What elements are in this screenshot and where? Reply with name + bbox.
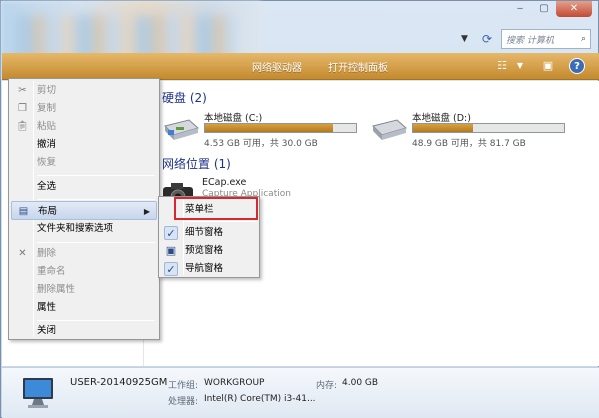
view-options-icon[interactable]: ☷ <box>494 58 510 74</box>
drive-usage-fill <box>413 124 474 132</box>
details-pane: USER-20140925GM 工作组: WORKGROUP 内存: 4.00 … <box>2 367 599 418</box>
menu-item-label: 删除 <box>37 248 57 259</box>
highlight-box <box>174 197 258 220</box>
search-placeholder: 搜索 计算机 <box>506 35 554 46</box>
menu-item-label: 导航窗格 <box>185 263 224 274</box>
menu-item-copy[interactable]: ❐ 复制 <box>11 99 157 118</box>
computer-icon <box>23 378 53 408</box>
processor-value: Intel(R) Core(TM) i3-41... <box>204 394 316 404</box>
menu-item-label: 预览窗格 <box>185 245 224 256</box>
copy-icon: ❐ <box>18 103 27 114</box>
map-network-drive-button[interactable]: 网络驱动器 <box>252 59 302 74</box>
menu-item-redo[interactable]: 恢复 <box>11 153 157 172</box>
menu-item-label: 撤消 <box>37 139 57 150</box>
chevron-down-icon[interactable]: ▼ <box>461 34 475 44</box>
drive-d[interactable]: 本地磁盘 (D:) 48.9 GB 可用，共 81.7 GB <box>370 110 580 150</box>
menu-item-close[interactable]: 关闭 <box>11 321 157 340</box>
network-item-name: ECap.exe <box>202 177 247 188</box>
drive-name: 本地磁盘 (C:) <box>204 113 263 124</box>
menu-item-label: 重命名 <box>37 266 66 277</box>
menu-item-undo[interactable]: 撤消 <box>11 135 157 154</box>
help-icon[interactable]: ? <box>569 58 585 74</box>
menu-item-select-all[interactable]: 全选 <box>11 177 157 196</box>
menu-item-layout[interactable]: ▤ 布局 ▶ <box>11 201 157 220</box>
maximize-button[interactable]: ▢ <box>532 1 556 17</box>
cut-icon: ✂ <box>18 85 27 96</box>
memory-label: 内存: <box>316 381 338 391</box>
submenu-item-preview-pane[interactable]: ▣ 预览窗格 <box>161 242 257 260</box>
layout-icon: ▤ <box>18 206 29 217</box>
drive-usage-bar <box>204 123 357 133</box>
search-icon: ⌕ <box>580 34 586 44</box>
menu-item-label: 复制 <box>37 103 57 114</box>
search-input[interactable]: 搜索 计算机 ⌕ <box>501 29 591 49</box>
close-button[interactable]: ✕ <box>556 1 592 17</box>
preview-pane-icon: ▣ <box>165 244 177 257</box>
menu-item-label: 文件夹和搜索选项 <box>37 223 114 234</box>
menu-separator <box>37 242 155 243</box>
command-bar: 网络驱动器 打开控制面板 ☷ ▼ ▣ ? <box>2 53 599 80</box>
menu-item-folder-options[interactable]: 文件夹和搜索选项 <box>11 219 157 238</box>
paste-icon: 📋︎ <box>16 121 29 132</box>
drive-free-space: 4.53 GB 可用，共 30.0 GB <box>204 139 318 149</box>
hard-drive-icon <box>372 119 408 140</box>
minimize-button[interactable]: ‒ <box>508 1 532 17</box>
menu-item-delete[interactable]: ✕ 删除 <box>11 244 157 263</box>
window-controls: ‒ ▢ ✕ <box>508 1 592 17</box>
menu-item-rename[interactable]: 重命名 <box>11 262 157 281</box>
network-group-header: 网络位置 (1) <box>162 157 231 171</box>
submenu-item-navigation-pane[interactable]: ✓ 导航窗格 <box>161 260 257 278</box>
refresh-icon[interactable]: ⟳ <box>479 31 495 47</box>
drive-c[interactable]: 本地磁盘 (C:) 4.53 GB 可用，共 30.0 GB <box>162 110 372 150</box>
menu-item-properties[interactable]: 属性 <box>11 298 157 317</box>
menu-item-label: 删除属性 <box>37 284 76 295</box>
menu-separator <box>37 199 155 200</box>
preview-pane-icon[interactable]: ▣ <box>540 58 556 74</box>
checkmark-icon: ✓ <box>164 262 178 276</box>
menu-item-label: 细节窗格 <box>185 227 224 238</box>
chevron-down-icon[interactable]: ▼ <box>512 58 528 74</box>
menu-item-paste[interactable]: 📋︎ 粘贴 <box>11 117 157 136</box>
drives-group-header: 硬盘 (2) <box>162 91 207 105</box>
menu-item-label: 全选 <box>37 181 57 192</box>
processor-label: 处理器: <box>168 397 199 407</box>
open-control-panel-button[interactable]: 打开控制面板 <box>328 59 388 74</box>
menu-separator <box>37 175 155 176</box>
menu-item-label: 剪切 <box>37 85 57 96</box>
workgroup-value: WORKGROUP <box>204 378 265 388</box>
address-bar: ▼ ⟳ 搜索 计算机 ⌕ <box>271 29 591 49</box>
hard-drive-icon <box>164 119 200 140</box>
memory-value: 4.00 GB <box>342 378 379 388</box>
drive-name: 本地磁盘 (D:) <box>412 113 471 124</box>
menu-item-label: 属性 <box>37 302 57 313</box>
workgroup-label: 工作组: <box>168 381 199 391</box>
drive-free-space: 48.9 GB 可用，共 81.7 GB <box>412 139 526 149</box>
drive-usage-fill <box>205 124 334 132</box>
menu-item-label: 恢复 <box>37 157 57 168</box>
menu-item-label: 布局 <box>38 206 58 217</box>
menu-item-label: 粘贴 <box>37 121 57 132</box>
delete-icon: ✕ <box>18 248 27 259</box>
menu-item-cut[interactable]: ✂ 剪切 <box>11 81 157 100</box>
menu-item-label: 关闭 <box>37 325 57 336</box>
drive-usage-bar <box>412 123 565 133</box>
menu-item-remove-properties[interactable]: 删除属性 <box>11 280 157 299</box>
context-menu: ✂ 剪切 ❐ 复制 📋︎ 粘贴 撤消 恢复 全选 ▤ 布局 ▶ 文件夹和搜索选项… <box>8 78 160 340</box>
submenu-item-details-pane[interactable]: ✓ 细节窗格 <box>161 224 257 242</box>
checkmark-icon: ✓ <box>164 226 178 240</box>
menu-separator <box>185 221 257 222</box>
computer-name: USER-20140925GM <box>70 377 168 388</box>
